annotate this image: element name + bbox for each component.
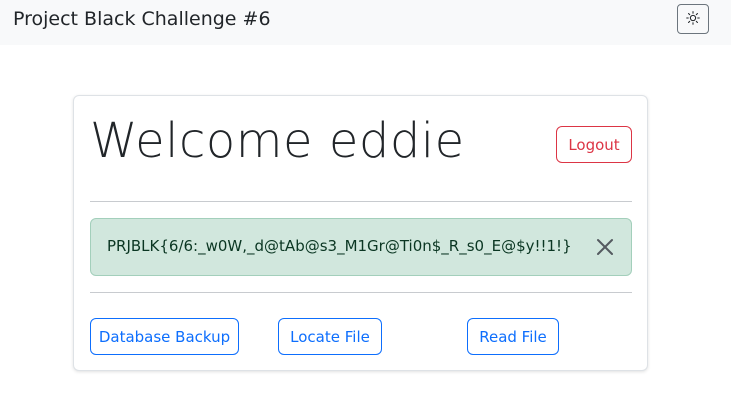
read-file-button[interactable]: Read File xyxy=(467,318,559,355)
welcome-heading: Welcome eddie xyxy=(90,113,465,169)
sun-icon xyxy=(686,10,700,29)
divider xyxy=(90,292,632,293)
divider xyxy=(90,201,632,202)
locate-file-button[interactable]: Locate File xyxy=(278,318,382,355)
navbar: Project Black Challenge #6 xyxy=(0,0,731,45)
flag-text: PRJBLK{6/6:_w0W,_d@tAb@s3_M1Gr@Ti0n$_R_s… xyxy=(107,237,572,255)
close-icon[interactable] xyxy=(594,236,616,258)
logout-button[interactable]: Logout xyxy=(556,126,632,163)
theme-toggle-button[interactable] xyxy=(677,4,709,34)
navbar-brand[interactable]: Project Black Challenge #6 xyxy=(13,8,271,30)
welcome-card: Welcome eddie Logout PRJBLK{6/6:_w0W,_d@… xyxy=(73,95,648,371)
database-backup-button[interactable]: Database Backup xyxy=(90,318,239,355)
flag-alert: PRJBLK{6/6:_w0W,_d@tAb@s3_M1Gr@Ti0n$_R_s… xyxy=(90,218,632,276)
